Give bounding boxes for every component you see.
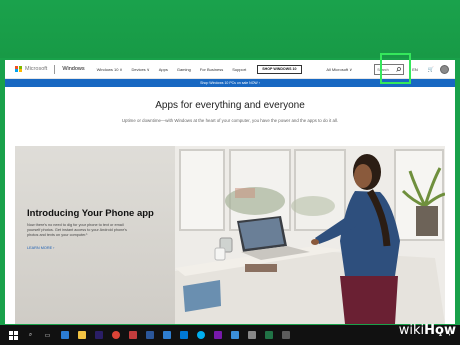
- hero-banner: Introducing Your Phone app Now there's n…: [15, 146, 445, 324]
- nav-item-gaming[interactable]: Gaming: [177, 67, 191, 72]
- edge-icon[interactable]: [61, 331, 69, 339]
- skype-icon[interactable]: [197, 331, 205, 339]
- photos-icon[interactable]: [231, 331, 239, 339]
- shop-windows-button[interactable]: SHOP WINDOWS 10: [257, 64, 302, 74]
- hero-copy: Introducing Your Phone app Now there's n…: [27, 208, 177, 250]
- calculator-icon[interactable]: [248, 331, 256, 339]
- task-view-icon[interactable]: ▭: [43, 331, 52, 340]
- all-microsoft-menu[interactable]: All Microsoft ∨: [326, 67, 352, 72]
- paint-icon[interactable]: [129, 331, 137, 339]
- nav-item-devices[interactable]: Devices ∨: [131, 67, 149, 72]
- store-icon[interactable]: [163, 331, 171, 339]
- microsoft-logo[interactable]: Microsoft: [15, 65, 48, 73]
- mail-icon[interactable]: [180, 331, 188, 339]
- nav-item-windows10[interactable]: Windows 10 ∨: [97, 67, 123, 72]
- hero-description: Now there's no need to dig for your phon…: [27, 223, 127, 238]
- promo-text[interactable]: Shop Windows 10 PCs on sale NOW ›: [200, 81, 260, 85]
- search-highlight-box: [380, 53, 411, 84]
- desktop-background: [0, 0, 460, 58]
- nav-item-business[interactable]: For Business: [200, 67, 223, 72]
- learn-more-link[interactable]: LEARN MORE ›: [27, 246, 177, 250]
- avatar[interactable]: [440, 65, 449, 74]
- onenote-icon[interactable]: [214, 331, 222, 339]
- premiere-icon[interactable]: [95, 331, 103, 339]
- cart-icon[interactable]: 🛒: [428, 67, 434, 73]
- page-subtitle: Uptime or downtime—with Windows at the h…: [121, 118, 339, 123]
- word-icon[interactable]: [146, 331, 154, 339]
- excel-icon[interactable]: [265, 331, 273, 339]
- microsoft-logo-icon: [15, 65, 22, 73]
- explorer-icon[interactable]: [78, 331, 86, 339]
- browser-window: Microsoft Windows Windows 10 ∨ Devices ∨…: [5, 60, 455, 324]
- brand-label: Microsoft: [25, 66, 48, 72]
- nav-item-support[interactable]: Support: [232, 67, 246, 72]
- desktop-screen: Microsoft Windows Windows 10 ∨ Devices ∨…: [0, 0, 460, 345]
- page-title: Apps for everything and everyone: [155, 100, 305, 111]
- start-button-icon[interactable]: [9, 330, 18, 340]
- hero-title: Introducing Your Phone app: [27, 208, 154, 219]
- taskbar: ⌕ ▭ ▲ ◖: [0, 325, 460, 345]
- settings-icon[interactable]: [282, 331, 290, 339]
- language-selector[interactable]: EN: [412, 67, 418, 72]
- search-icon[interactable]: ⌕: [26, 331, 35, 340]
- section-title[interactable]: Windows: [62, 66, 84, 72]
- nav-item-apps[interactable]: Apps: [159, 67, 168, 72]
- chrome-icon[interactable]: [112, 331, 120, 339]
- wikihow-watermark: wikiHow: [398, 323, 456, 338]
- nav-divider: [54, 64, 56, 74]
